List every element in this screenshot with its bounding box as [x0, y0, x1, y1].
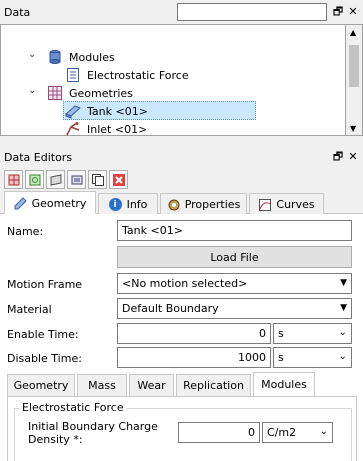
group-title: Electrostatic Force [20, 401, 126, 414]
tree-item-label: Inlet <01> [87, 122, 148, 136]
name-label: Name: [7, 225, 44, 238]
float-panel-icon[interactable]: 🗗 [331, 5, 345, 19]
pencil-icon [14, 197, 27, 210]
tree-item-geometries[interactable]: Geometries [47, 84, 133, 102]
add-geometry-button[interactable] [4, 170, 23, 189]
tree-scrollbar[interactable]: ▲ ▼ [346, 24, 363, 136]
tab-curves[interactable]: Curves [249, 193, 324, 215]
mesh-tool-icon [29, 174, 40, 185]
disable-time-field[interactable]: 1000 [117, 347, 271, 368]
inlet-tool-icon [71, 175, 82, 184]
charge-density-label: Initial Boundary Charge [28, 420, 158, 433]
subtab-replication[interactable]: Replication [176, 374, 251, 396]
add-inlet-button[interactable] [67, 170, 86, 189]
chevron-down-icon: ⌄ [338, 327, 347, 338]
tab-label: Geometry [31, 196, 87, 210]
tree-item-label: Modules [69, 50, 115, 64]
add-mesh-button[interactable] [25, 170, 44, 189]
material-select[interactable]: Default Boundary ▼ [117, 298, 352, 319]
subtab-modules[interactable]: Modules [253, 372, 315, 396]
document-icon [67, 68, 79, 82]
tab-properties[interactable]: Properties [160, 193, 247, 215]
scroll-thumb[interactable] [349, 45, 359, 87]
close-panel-icon[interactable]: ✕ [346, 150, 360, 164]
disable-time-label: Disable Time: [7, 352, 82, 365]
curves-icon [259, 198, 272, 211]
add-wall-button[interactable] [46, 170, 65, 189]
tab-label: Info [126, 198, 148, 211]
load-file-button[interactable]: Load File [117, 246, 352, 268]
dropdown-arrow-icon: ▼ [340, 303, 347, 313]
scroll-up-icon[interactable]: ▲ [350, 28, 356, 37]
tree-item-label: Electrostatic Force [87, 68, 189, 82]
charge-density-label-cont: Density *: [28, 433, 83, 446]
copy-icon [91, 173, 104, 186]
info-icon: i [108, 198, 122, 211]
chevron-down-icon: ⌄ [319, 426, 328, 437]
subtab-wear[interactable]: Wear [129, 374, 174, 396]
scroll-down-icon[interactable]: ▼ [350, 124, 356, 133]
delete-button[interactable] [109, 170, 128, 189]
properties-icon [168, 199, 180, 210]
tree-item-label: Tank <01> [87, 104, 148, 118]
motion-frame-label: Motion Frame [7, 278, 83, 291]
close-panel-icon[interactable]: ✕ [346, 5, 360, 19]
tree-item-tank[interactable]: Tank <01> [65, 102, 148, 120]
delete-icon [112, 173, 125, 186]
data-tree[interactable]: ⌄ Modules Electrostatic Force ⌄ Geometri… [0, 24, 346, 136]
data-search-input[interactable] [177, 3, 327, 21]
material-label: Material [7, 303, 52, 316]
editors-panel-title: Data Editors [4, 150, 73, 164]
disable-time-unit-select[interactable]: s ⌄ [273, 347, 352, 368]
enable-time-label: Enable Time: [7, 328, 79, 341]
tab-geometry[interactable]: Geometry [4, 191, 96, 214]
grid-icon [48, 86, 62, 100]
enable-time-unit-select[interactable]: s ⌄ [273, 323, 352, 344]
chevron-down-icon[interactable]: ⌄ [28, 49, 36, 60]
copy-button[interactable] [88, 170, 107, 189]
subtab-mass[interactable]: Mass [77, 374, 127, 396]
wall-tool-icon [50, 173, 61, 186]
motion-frame-select[interactable]: <No motion selected> ▼ [117, 273, 352, 294]
name-field[interactable]: Tank <01> [117, 220, 352, 241]
tank-geometry-icon [65, 105, 81, 119]
tab-info[interactable]: i Info [98, 193, 158, 215]
database-icon [49, 50, 61, 64]
chevron-down-icon: ⌄ [338, 351, 347, 362]
charge-density-field[interactable]: 0 [178, 422, 260, 443]
tree-item-modules[interactable]: Modules [47, 48, 115, 66]
tree-item-electrostatic-force[interactable]: Electrostatic Force [65, 66, 189, 84]
float-panel-icon[interactable]: 🗗 [331, 150, 345, 164]
tree-item-inlet[interactable]: Inlet <01> [65, 120, 147, 138]
editors-panel-header: Data Editors [0, 145, 363, 169]
tab-label: Properties [184, 198, 241, 211]
tab-label: Curves [276, 198, 315, 211]
subtab-geometry[interactable]: Geometry [7, 374, 75, 396]
charge-density-unit-select[interactable]: C/m2 ⌄ [262, 422, 333, 443]
data-panel-title: Data [4, 5, 31, 19]
geometry-tool-icon [8, 174, 19, 185]
dropdown-arrow-icon: ▼ [340, 278, 347, 288]
tree-item-label: Geometries [69, 86, 133, 100]
inlet-geometry-icon [66, 122, 80, 136]
enable-time-field[interactable]: 0 [117, 323, 271, 344]
chevron-down-icon[interactable]: ⌄ [28, 85, 36, 96]
